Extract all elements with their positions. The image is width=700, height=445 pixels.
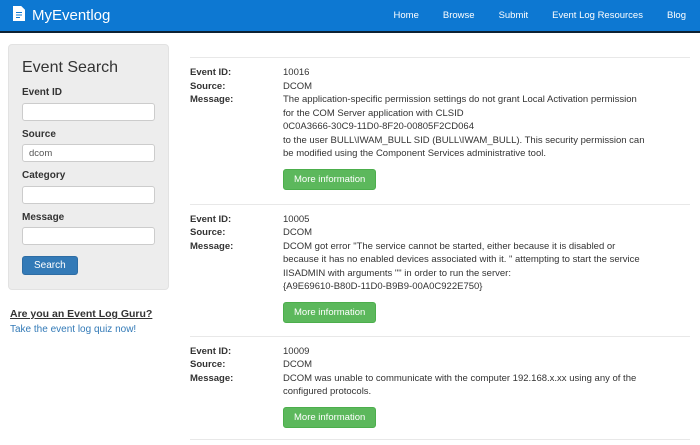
event-id-value: 10009 xyxy=(283,345,310,357)
more-information-button[interactable]: More information xyxy=(283,168,377,190)
category-input[interactable] xyxy=(22,185,155,204)
source-value: DCOM xyxy=(283,359,313,370)
event-fields: Event ID: 10016 Source: DCOM Message: Th… xyxy=(190,66,690,161)
event-entry: Event ID: 10009 Source: DCOM Message: DC… xyxy=(190,335,690,439)
more-information-button[interactable]: More information xyxy=(283,301,377,323)
event-fields: Event ID: 10005 Source: DCOM Message: DC… xyxy=(190,213,690,294)
source-row-label: Source: xyxy=(190,359,226,370)
event-entry: Event ID: 10016 Source: DCOM Message: Th… xyxy=(190,57,690,204)
message-input[interactable] xyxy=(22,227,155,245)
category-label: Category xyxy=(22,170,66,181)
nav-submit[interactable]: Submit xyxy=(499,10,529,21)
event-id-label: Event ID xyxy=(22,87,63,98)
event-entry: Event ID: 10005 Source: DCOM Message: DC… xyxy=(190,203,690,336)
event-id-value: 10005 xyxy=(283,213,310,225)
event-search-panel: Event Search Event ID Source Category Me… xyxy=(8,44,169,290)
message-value: DCOM got error "The service cannot be st… xyxy=(283,240,640,293)
source-input[interactable] xyxy=(22,144,155,162)
quiz-take-link[interactable]: Take the event log quiz now! xyxy=(10,324,152,335)
source-row-label: Source: xyxy=(190,227,226,238)
event-id-row-label: Event ID: xyxy=(190,345,232,357)
nav-blog[interactable]: Blog xyxy=(667,10,686,21)
search-button[interactable]: Search xyxy=(22,256,78,275)
quiz-question-link[interactable]: Are you an Event Log Guru? xyxy=(10,308,152,320)
message-value: DCOM was unable to communicate with the … xyxy=(283,372,637,398)
source-value: DCOM xyxy=(283,80,313,92)
event-id-row-label: Event ID: xyxy=(190,67,232,78)
results-list: Event ID: 10016 Source: DCOM Message: Th… xyxy=(190,57,690,440)
brand-label: MyEventlog xyxy=(32,7,111,24)
nav-event-log-resources[interactable]: Event Log Resources xyxy=(552,10,643,21)
event-id-value: 10016 xyxy=(283,67,310,78)
message-row-label: Message: xyxy=(190,94,234,105)
event-fields: Event ID: 10009 Source: DCOM Message: DC… xyxy=(190,345,690,399)
source-value: DCOM xyxy=(283,227,313,238)
nav-browse[interactable]: Browse xyxy=(443,10,475,21)
source-label: Source xyxy=(22,128,56,140)
message-label: Message xyxy=(22,211,65,223)
message-value: The application-specific permission sett… xyxy=(283,94,645,159)
more-information-button[interactable]: More information xyxy=(283,406,377,428)
top-navbar: MyEventlog Home Browse Submit Event Log … xyxy=(0,0,700,33)
event-id-input[interactable] xyxy=(22,102,155,121)
panel-title: Event Search xyxy=(22,59,119,76)
message-row-label: Message: xyxy=(190,240,234,252)
document-icon xyxy=(12,5,26,26)
main-nav: Home Browse Submit Event Log Resources B… xyxy=(394,0,686,31)
message-row-label: Message: xyxy=(190,372,234,384)
quiz-promo: Are you an Event Log Guru? Take the even… xyxy=(10,308,152,335)
brand-link[interactable]: MyEventlog xyxy=(0,5,110,26)
event-id-row-label: Event ID: xyxy=(190,213,232,225)
nav-home[interactable]: Home xyxy=(394,10,419,21)
source-row-label: Source: xyxy=(190,80,226,92)
bottom-divider xyxy=(190,438,690,440)
